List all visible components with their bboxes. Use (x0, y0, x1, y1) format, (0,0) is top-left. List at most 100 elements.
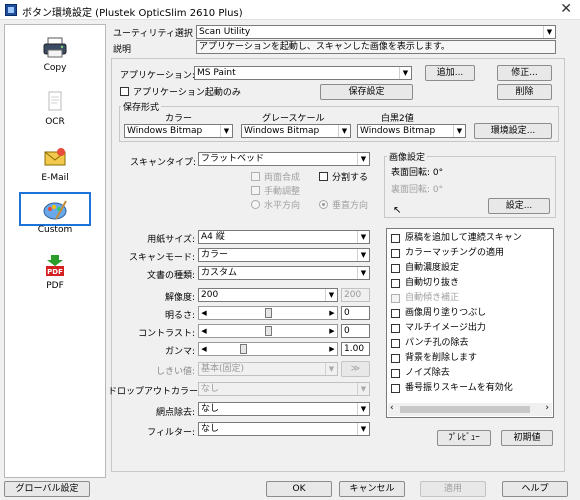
paper-size-select[interactable]: A4 縦 ▼ (198, 230, 370, 244)
resolution-select[interactable]: 200 ▼ (198, 288, 338, 302)
button-sidebar: Copy OCR E-Mail Custom PDF PDF (4, 24, 106, 478)
image-settings-button[interactable]: 設定... (488, 198, 550, 214)
chevron-down-icon: ▼ (220, 125, 232, 137)
options-list[interactable]: 原稿を追加して連続スキャン カラーマッチングの適用 自動濃度設定 自動切り抜き … (386, 228, 554, 418)
gray-format-select[interactable]: Windows Bitmap ▼ (241, 124, 351, 138)
default-button[interactable]: 初期値 (501, 430, 553, 446)
front-rotation-text: 表面回転: 0° (391, 168, 444, 178)
filter-value: なし (201, 424, 220, 434)
add-application-button[interactable]: 追加... (425, 65, 475, 81)
launch-only-checkbox[interactable] (120, 87, 129, 96)
gamma-slider[interactable]: ◀ ▶ (198, 342, 338, 356)
chevron-down-icon: ▼ (399, 67, 411, 79)
environment-settings-button[interactable]: 環境設定... (474, 123, 552, 139)
slider-left-arrow-icon[interactable]: ◀ (199, 343, 209, 355)
filter-select[interactable]: なし ▼ (198, 422, 370, 436)
help-button[interactable]: ヘルプ (502, 481, 568, 497)
slider-thumb[interactable] (264, 308, 272, 318)
sidebar-item-ocr[interactable]: OCR (5, 85, 105, 133)
description-label: 説明 (113, 45, 132, 55)
paint-palette-icon (43, 200, 67, 220)
option-checkbox[interactable] (391, 264, 400, 273)
sidebar-item-label: OCR (45, 117, 65, 127)
manual-adjust-checkbox[interactable] (251, 186, 260, 195)
threshold-select[interactable]: 基本(固定) ▼ (198, 362, 338, 376)
dropout-label: ドロップアウトカラー: (108, 387, 202, 397)
chevron-down-icon: ▼ (357, 423, 369, 435)
slider-thumb[interactable] (264, 326, 272, 336)
option-checkbox[interactable] (391, 339, 400, 348)
option-checkbox[interactable] (391, 279, 400, 288)
scroll-left-icon[interactable]: ‹ (390, 403, 394, 413)
contrast-value[interactable]: 0 (341, 324, 370, 338)
threshold-advance-button[interactable]: ≫ (341, 361, 370, 377)
gray-format-value: Windows Bitmap (244, 126, 320, 136)
ok-button[interactable]: OK (266, 481, 332, 497)
option-checkbox[interactable] (391, 384, 400, 393)
gamma-value[interactable]: 1.00 (341, 342, 370, 356)
global-settings-button[interactable]: グローバル設定 (4, 481, 90, 497)
sidebar-item-email[interactable]: E-Mail (5, 141, 105, 189)
slider-right-arrow-icon[interactable]: ▶ (327, 307, 337, 319)
edit-application-button[interactable]: 修正... (497, 65, 552, 81)
scan-type-value: フラットベッド (201, 154, 265, 164)
svg-text:PDF: PDF (47, 268, 63, 276)
application-select[interactable]: MS Paint ▼ (194, 66, 412, 80)
option-checkbox[interactable] (391, 294, 400, 303)
cancel-button[interactable]: キャンセル (339, 481, 405, 497)
doc-type-select[interactable]: カスタム ▼ (198, 266, 370, 280)
split-checkbox[interactable] (319, 172, 328, 181)
scan-mode-value: カラー (201, 250, 229, 260)
bw-format-value: Windows Bitmap (360, 126, 436, 136)
title-bar: ボタン環境設定 (Plustek OpticSlim 2610 Plus) ✕ (0, 0, 580, 20)
close-icon[interactable]: ✕ (560, 1, 572, 17)
color-format-select[interactable]: Windows Bitmap ▼ (124, 124, 233, 138)
vertical-radio[interactable] (319, 200, 328, 209)
chevron-down-icon: ▼ (453, 125, 465, 137)
application-label: アプリケーション: (120, 71, 195, 81)
brightness-value[interactable]: 0 (341, 306, 370, 320)
slider-right-arrow-icon[interactable]: ▶ (327, 343, 337, 355)
scan-type-select[interactable]: フラットベッド ▼ (198, 152, 370, 166)
option-checkbox[interactable] (391, 234, 400, 243)
brightness-slider[interactable]: ◀ ▶ (198, 306, 338, 320)
option-checkbox[interactable] (391, 369, 400, 378)
scroll-right-icon[interactable]: › (545, 403, 549, 413)
bw-format-select[interactable]: Windows Bitmap ▼ (357, 124, 466, 138)
gamma-label: ガンマ: (164, 347, 195, 357)
contrast-slider[interactable]: ◀ ▶ (198, 324, 338, 338)
scan-mode-select[interactable]: カラー ▼ (198, 248, 370, 262)
slider-right-arrow-icon[interactable]: ▶ (327, 325, 337, 337)
window-title: ボタン環境設定 (Plustek OpticSlim 2610 Plus) (22, 8, 243, 19)
option-checkbox[interactable] (391, 249, 400, 258)
horizontal-scrollbar[interactable]: ‹ › (388, 403, 552, 416)
sidebar-item-pdf[interactable]: PDF PDF (5, 249, 105, 297)
save-settings-button[interactable]: 保存設定 (320, 84, 413, 100)
sidebar-item-copy[interactable]: Copy (5, 31, 105, 79)
mouse-cursor-icon: ↖ (393, 205, 402, 216)
scrollbar-thumb[interactable] (400, 406, 530, 413)
chevron-down-icon: ▼ (357, 267, 369, 279)
option-checkbox[interactable] (391, 324, 400, 333)
apply-button[interactable]: 適用 (420, 481, 486, 497)
slider-thumb[interactable] (240, 344, 248, 354)
descreen-select[interactable]: なし ▼ (198, 402, 370, 416)
option-checkbox[interactable] (391, 354, 400, 363)
save-format-group-label: 保存形式 (121, 100, 162, 113)
color-format-label: カラー (165, 114, 193, 124)
option-checkbox[interactable] (391, 309, 400, 318)
preview-button[interactable]: ﾌﾟﾚﾋﾞｭｰ (437, 430, 491, 446)
utility-select[interactable]: Scan Utility ▼ (196, 25, 556, 39)
duplex-checkbox[interactable] (251, 172, 260, 181)
slider-left-arrow-icon[interactable]: ◀ (199, 325, 209, 337)
chevron-down-icon: ▼ (357, 153, 369, 165)
horizontal-radio[interactable] (251, 200, 260, 209)
threshold-value: 基本(固定) (201, 364, 245, 374)
threshold-label: しきい値: (155, 367, 195, 377)
sidebar-item-custom[interactable]: Custom (5, 192, 105, 241)
dropout-select[interactable]: なし ▼ (198, 382, 370, 396)
duplex-label: 両面合成 (264, 173, 301, 183)
delete-application-button[interactable]: 削除 (497, 84, 552, 100)
envelope-icon (44, 148, 66, 166)
slider-left-arrow-icon[interactable]: ◀ (199, 307, 209, 319)
